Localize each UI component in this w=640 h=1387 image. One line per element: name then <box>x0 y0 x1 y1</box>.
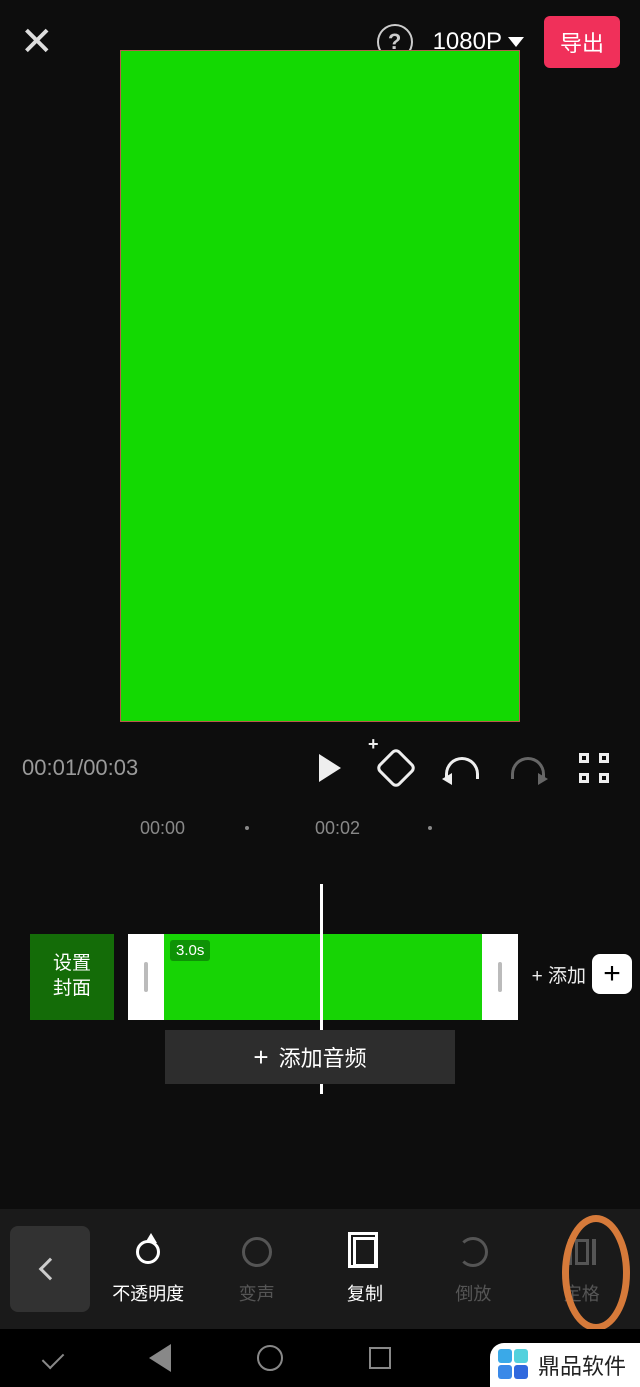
add-clip-label: + 添加 <box>532 961 586 988</box>
tool-freeze-frame[interactable]: 定格 <box>542 1232 622 1306</box>
caret-down-icon <box>508 37 524 47</box>
chevron-left-icon <box>39 1258 62 1281</box>
undo-button[interactable] <box>436 742 488 794</box>
timeline-ruler[interactable]: 00:00 00:02 <box>0 812 640 844</box>
ruler-tick: 00:00 <box>140 818 185 839</box>
keyframe-button[interactable]: + <box>370 742 422 794</box>
redo-button[interactable] <box>502 742 554 794</box>
ruler-tick: 00:02 <box>315 818 360 839</box>
tool-reverse[interactable]: 倒放 <box>433 1232 513 1306</box>
clip-trim-left[interactable] <box>128 934 164 1020</box>
nav-menu-icon[interactable] <box>42 1347 65 1370</box>
clip-body[interactable]: 3.0s <box>164 934 482 1020</box>
tool-copy[interactable]: 复制 <box>325 1232 405 1306</box>
freeze-icon <box>566 1238 598 1266</box>
clip-trim-right[interactable] <box>482 934 518 1020</box>
time-display: 00:01/00:03 <box>22 755 290 781</box>
add-audio-label: 添加音频 <box>279 1041 367 1073</box>
watermark-logo-icon <box>498 1347 532 1381</box>
play-button[interactable] <box>304 742 356 794</box>
fullscreen-button[interactable] <box>568 742 620 794</box>
add-clip-button[interactable]: + <box>592 954 632 994</box>
video-clip[interactable]: 3.0s <box>128 934 518 1020</box>
clip-duration-badge: 3.0s <box>170 940 210 961</box>
nav-back-icon[interactable] <box>149 1344 171 1372</box>
voice-icon <box>242 1237 272 1267</box>
set-cover-button[interactable]: 设置 封面 <box>30 934 114 1020</box>
ruler-dot <box>245 826 249 830</box>
add-audio-button[interactable]: + 添加音频 <box>165 1030 455 1084</box>
tool-voice-change[interactable]: 变声 <box>217 1232 297 1306</box>
ruler-dot <box>428 826 432 830</box>
tool-back-button[interactable] <box>10 1226 90 1312</box>
tool-opacity[interactable]: 不透明度 <box>108 1232 188 1306</box>
preview-canvas[interactable] <box>120 50 520 722</box>
plus-icon: + <box>253 1042 268 1073</box>
opacity-icon <box>136 1240 160 1264</box>
nav-recent-icon[interactable] <box>369 1347 391 1369</box>
reverse-icon <box>458 1237 488 1267</box>
nav-home-icon[interactable] <box>257 1345 283 1371</box>
watermark: 鼎品软件 <box>490 1343 640 1387</box>
copy-icon <box>353 1237 377 1267</box>
